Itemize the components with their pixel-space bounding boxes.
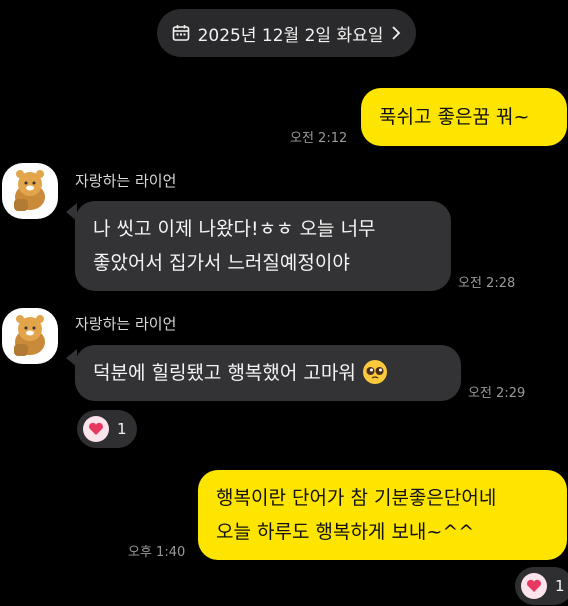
message-text: 푹쉬고 좋은꿈 꿔~ bbox=[379, 106, 530, 128]
reaction-count: 1 bbox=[555, 577, 565, 595]
their-message-bubble[interactable]: 덕분에 힐링됐고 행복했어 고마워 bbox=[75, 345, 461, 401]
message-text: 덕분에 힐링됐고 행복했어 고마워 bbox=[93, 362, 356, 384]
message-line: 행복이란 단어가 참 기분좋은단어네 bbox=[216, 487, 497, 509]
calendar-icon bbox=[172, 24, 190, 42]
message-time: 오전 2:12 bbox=[290, 131, 348, 146]
their-message-bubble[interactable]: 나 씻고 이제 나왔다!ㅎㅎ 오늘 너무 좋았어서 집가서 느러질예정이야 bbox=[75, 201, 451, 291]
avatar[interactable] bbox=[2, 308, 58, 364]
message-time: 오전 2:28 bbox=[458, 276, 516, 291]
message-line: 오늘 하루도 행복하게 보내~^^ bbox=[216, 521, 475, 543]
my-message-bubble[interactable]: 행복이란 단어가 참 기분좋은단어네 오늘 하루도 행복하게 보내~^^ bbox=[198, 470, 567, 560]
date-header[interactable]: 2025년 12월 2일 화요일 bbox=[157, 9, 416, 57]
sender-name: 자랑하는 라이언 bbox=[75, 172, 177, 190]
message-line: 좋았어서 집가서 느러질예정이야 bbox=[93, 252, 350, 274]
my-message-bubble[interactable]: 푹쉬고 좋은꿈 꿔~ bbox=[361, 88, 567, 146]
heart-icon bbox=[521, 573, 547, 599]
date-label: 2025년 12월 2일 화요일 bbox=[197, 25, 384, 46]
chevron-right-icon bbox=[391, 26, 401, 40]
reaction-badge[interactable]: 1 bbox=[515, 567, 568, 605]
avatar[interactable] bbox=[2, 163, 58, 219]
pleading-face-icon bbox=[362, 359, 388, 396]
reaction-badge[interactable]: 1 bbox=[77, 410, 137, 448]
message-line: 나 씻고 이제 나왔다!ㅎㅎ 오늘 너무 bbox=[93, 218, 376, 240]
message-time: 오후 1:40 bbox=[128, 545, 186, 560]
sender-name: 자랑하는 라이언 bbox=[75, 315, 177, 333]
reaction-count: 1 bbox=[117, 420, 127, 438]
message-time: 오전 2:29 bbox=[468, 386, 526, 401]
heart-icon bbox=[83, 416, 109, 442]
